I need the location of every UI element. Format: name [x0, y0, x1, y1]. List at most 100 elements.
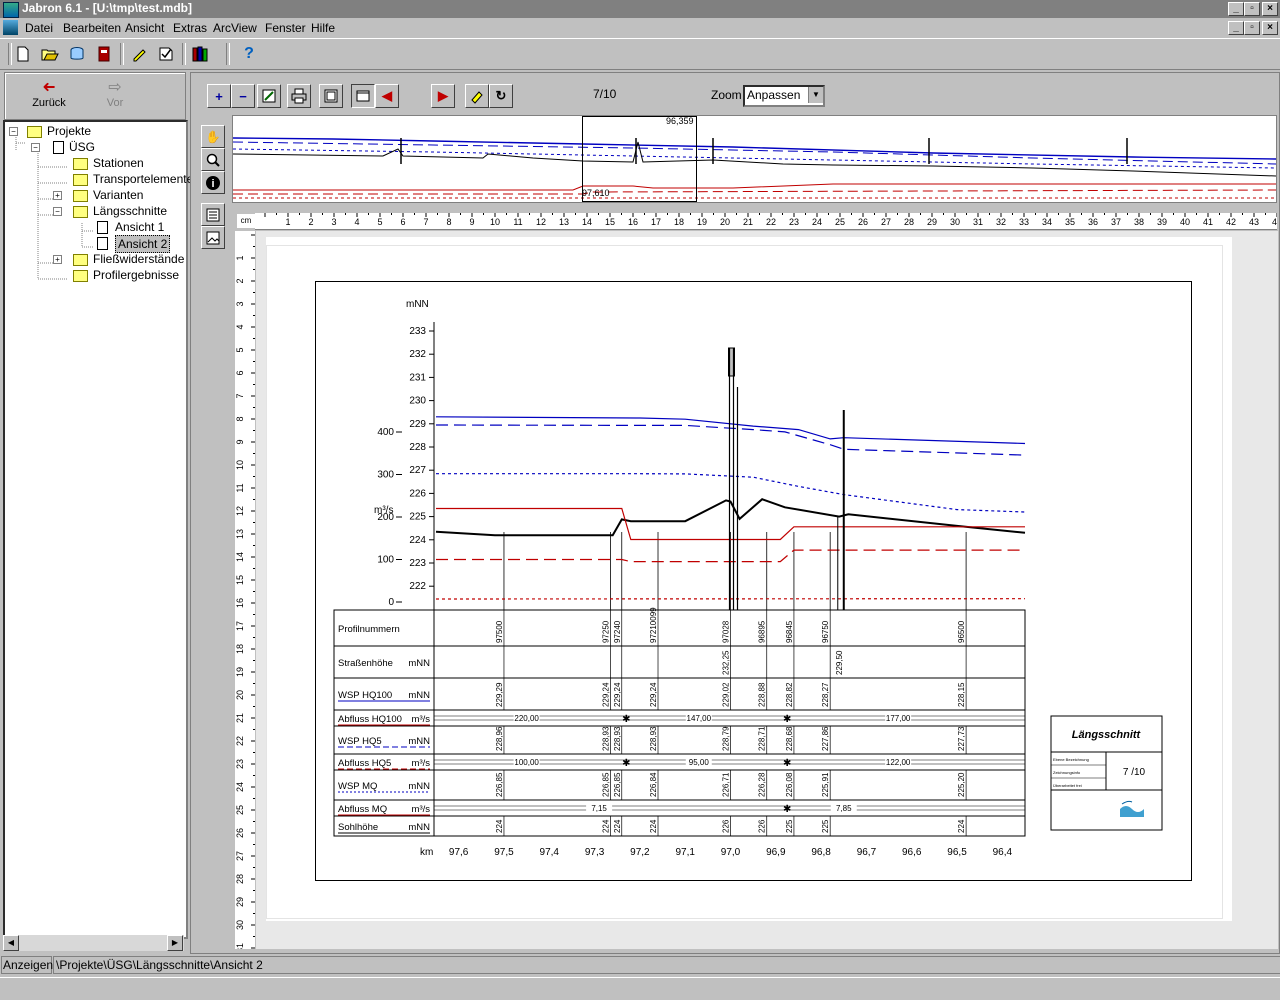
refresh-icon[interactable]: ↻	[489, 84, 513, 108]
ruler-label: 38	[1134, 217, 1144, 227]
drawing-canvas[interactable]: mNN 222 223 224 225 226 227 228 229 230 231 232 233 m…	[256, 231, 1278, 949]
menu-arcview[interactable]: ArcView	[213, 21, 257, 35]
menu-ansicht[interactable]: Ansicht	[125, 21, 164, 35]
ruler-label: 8	[446, 217, 451, 227]
menu-datei[interactable]: Datei	[25, 21, 53, 35]
chevron-down-icon[interactable]: ▼	[808, 87, 823, 103]
new-file-icon[interactable]	[12, 43, 34, 65]
tree-item-varianten[interactable]: Varianten	[93, 187, 143, 203]
tree-item-profilergebnisse[interactable]: Profilergebnisse	[93, 267, 179, 283]
table-row-label: WSP MQ	[338, 781, 377, 792]
ruler-label: 19	[697, 217, 707, 227]
expand-toggle[interactable]: +	[53, 191, 62, 200]
back-button[interactable]: ➜ Zurück	[19, 79, 79, 115]
tree-item-transportelemente[interactable]: Transportelemente	[93, 171, 193, 187]
tree-item-projekte[interactable]: Projekte	[47, 123, 91, 139]
expand-toggle[interactable]: +	[53, 255, 62, 264]
ruler-label: 4	[235, 324, 245, 329]
wsp-hq100-value: 229,02	[722, 682, 731, 707]
tree-item-ansicht-1[interactable]: Ansicht 1	[115, 219, 164, 235]
wsp-hq100-value: 228,27	[821, 682, 830, 707]
tree-item-stationen[interactable]: Stationen	[93, 155, 144, 171]
wsp-mq-value: 225,91	[821, 772, 830, 797]
collapse-toggle[interactable]: −	[9, 127, 18, 136]
collapse-toggle[interactable]: −	[31, 143, 40, 152]
menu-extras[interactable]: Extras	[173, 21, 207, 35]
ruler-label: 42	[1226, 217, 1236, 227]
ruler-label: 13	[235, 529, 245, 539]
x-tick-label: 97,3	[585, 847, 605, 858]
print-icon[interactable]	[287, 84, 311, 108]
folder-icon	[73, 190, 88, 202]
y-tick-label: 232	[409, 349, 426, 360]
sohlhoehe-value: 225	[821, 819, 830, 833]
ruler-label: 25	[835, 217, 845, 227]
scroll-right-icon[interactable]: ▶	[167, 935, 183, 951]
y-tick-label: 231	[409, 372, 426, 383]
tree-item-usg[interactable]: ÜSG	[69, 139, 95, 155]
restore-button[interactable]: ▫	[1244, 2, 1260, 16]
project-tree[interactable]: − Projekte − ÜSG Stationen Transportelem…	[3, 120, 193, 939]
child-minimize-button[interactable]: _	[1228, 21, 1244, 35]
table-row-unit: m³/s	[412, 758, 431, 769]
tree-item-laengsschnitte[interactable]: Längsschnitte	[93, 203, 167, 219]
edit-layout-icon[interactable]	[257, 84, 281, 108]
help-icon[interactable]: ?	[238, 43, 260, 65]
ruler-label: 10	[490, 217, 500, 227]
open-folder-icon[interactable]	[39, 43, 61, 65]
books-icon[interactable]	[190, 43, 212, 65]
zoom-in-button[interactable]: +	[207, 84, 231, 108]
menu-hilfe[interactable]: Hilfe	[311, 21, 335, 35]
page-icon[interactable]	[319, 84, 343, 108]
pan-hand-icon[interactable]: ✋	[201, 125, 225, 148]
page-counter: 7/10	[593, 87, 617, 101]
ruler-label: 18	[235, 644, 245, 654]
document-icon[interactable]	[3, 20, 18, 35]
ruler-label: 7	[235, 393, 245, 398]
phone-book-icon[interactable]	[93, 43, 115, 65]
wsp-hq100-value: 229,24	[649, 682, 658, 707]
next-page-button[interactable]: ▶	[431, 84, 455, 108]
database-icon[interactable]	[66, 43, 88, 65]
table-row-unit: mNN	[408, 781, 430, 792]
previous-page-button[interactable]: ◀	[375, 84, 399, 108]
minimize-button[interactable]: _	[1228, 2, 1244, 16]
child-restore-button[interactable]: ▫	[1244, 21, 1260, 35]
eraser-icon[interactable]	[465, 84, 489, 108]
horizontal-ruler: 1 2 3 4 5 6 7 8 9 10 11 12 13 14 15 16 17 18 19 20 21 22 23 24 2…	[255, 213, 1277, 230]
magnifier-icon[interactable]	[201, 148, 225, 171]
overview-abfluss-hq100	[233, 183, 1276, 191]
ruler-label: 35	[1065, 217, 1075, 227]
child-close-button[interactable]: ×	[1262, 21, 1278, 35]
pencil-icon[interactable]	[128, 43, 150, 65]
ruler-label: 23	[235, 759, 245, 769]
tree-horizontal-scrollbar[interactable]: ◀ ▶	[3, 935, 184, 951]
zoom-out-button[interactable]: −	[231, 84, 255, 108]
menu-fenster[interactable]: Fenster	[265, 21, 306, 35]
ruler-label: 9	[469, 217, 474, 227]
x-tick-label: 96,7	[857, 847, 877, 858]
image-page-icon[interactable]	[201, 226, 225, 249]
x-tick-label: 96,8	[811, 847, 831, 858]
info-icon[interactable]: i	[201, 171, 225, 194]
table-row-label: Abfluss HQ5	[338, 758, 391, 769]
x-tick-label: 96,6	[902, 847, 922, 858]
forward-button[interactable]: ⇨ Vor	[85, 79, 145, 115]
close-button[interactable]: ×	[1262, 2, 1278, 16]
document-icon	[97, 221, 108, 234]
zoom-select[interactable]: Anpassen ▼	[743, 85, 825, 107]
collapse-toggle[interactable]: −	[53, 207, 62, 216]
menu-bearbeiten[interactable]: Bearbeiten	[63, 21, 121, 35]
ruler-label: 19	[235, 667, 245, 677]
page-view-toggle-icon[interactable]	[351, 84, 375, 108]
check-edit-icon[interactable]	[155, 43, 177, 65]
overview-strip[interactable]: 96,359 97,610	[232, 115, 1277, 203]
ruler-label: 21	[743, 217, 753, 227]
ruler-label: 3	[331, 217, 336, 227]
tree-item-fliesswiderstaende[interactable]: Fließwiderstände	[93, 251, 184, 267]
ruler-label: 15	[605, 217, 615, 227]
ruler-label: 7	[423, 217, 428, 227]
wsp-hq5-value: 228,68	[785, 726, 794, 751]
text-page-icon[interactable]	[201, 203, 225, 226]
scroll-left-icon[interactable]: ◀	[3, 935, 19, 951]
